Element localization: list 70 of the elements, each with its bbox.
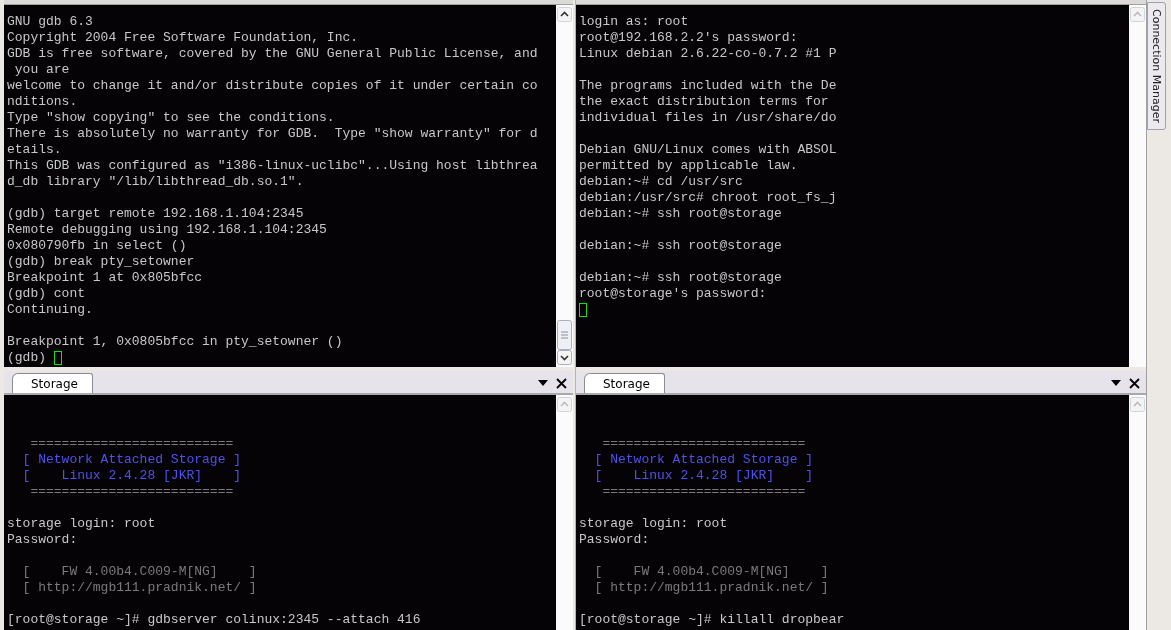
terminal-line: you are xyxy=(13,62,71,78)
terminal-line: Continuing. xyxy=(7,302,94,318)
scroll-thumb[interactable] xyxy=(557,320,572,350)
terminal-line: ========================== xyxy=(29,436,235,452)
terminal-line: debian:~# ssh root@storage xyxy=(579,270,783,286)
terminal-line: storage login: root xyxy=(7,516,157,532)
terminal-line: d_db library "/lib/libthread_db.so.1". xyxy=(7,174,305,190)
terminal-line: The programs included with the De xyxy=(579,78,838,94)
terminal-line: nditions. xyxy=(7,94,79,110)
terminal-line: [ Network Attached Storage ] xyxy=(593,452,815,468)
terminal-tab[interactable]: Storage xyxy=(12,373,93,393)
terminal-line: GNU gdb 6.3 xyxy=(7,14,94,30)
terminal-line: welcome to change it and/or distribute copies of it under certain co xyxy=(7,78,539,94)
terminal-line: debian:~# ssh root@storage xyxy=(579,206,783,222)
terminal-line: 0x080790fb in select () xyxy=(7,238,188,254)
terminal-screen[interactable] xyxy=(4,5,556,367)
terminal-line: [ Network Attached Storage ] xyxy=(21,452,243,468)
terminal-line: [ FW 4.00b4.C009-M[NG] ] xyxy=(593,564,830,580)
terminal-line: Copyright 2004 Free Software Foundation, Inc. xyxy=(7,30,360,46)
terminal-line: Remote debugging using 192.168.1.104:2345 xyxy=(7,222,328,238)
terminal-line: [ http://mgb111.pradnik.net/ ] xyxy=(21,580,258,596)
dropdown-icon[interactable] xyxy=(538,380,548,386)
terminal-tab[interactable]: Storage xyxy=(584,373,665,393)
terminal-line: (gdb) cont xyxy=(7,286,86,302)
terminal-line: (gdb) break pty_setowner xyxy=(7,254,196,270)
scrollbar[interactable] xyxy=(556,395,573,630)
terminal-line: There is absolutely no warranty for GDB. Type "show warranty" for d xyxy=(7,126,539,142)
terminal-line: etails. xyxy=(7,142,63,158)
terminal-line: ========================== xyxy=(601,484,807,500)
terminal-screen[interactable] xyxy=(576,5,1129,367)
scroll-down-icon[interactable] xyxy=(557,350,572,365)
terminal-line: ========================== xyxy=(601,436,807,452)
terminal-line: [ http://mgb111.pradnik.net/ ] xyxy=(593,580,830,596)
terminal-line: login as: root xyxy=(579,14,690,30)
terminal-line: [ Linux 2.4.28 [JKR] ] xyxy=(593,468,815,484)
terminal-line: debian:/usr/src# chroot root_fs_j xyxy=(579,190,838,206)
scrollbar[interactable] xyxy=(556,5,573,367)
terminal-line: This GDB was configured as "i386-linux-uclibc"...Using host libthrea xyxy=(7,158,539,174)
dropdown-icon[interactable] xyxy=(1111,380,1121,386)
terminal-line: [root@storage ~]# killall dropbear xyxy=(579,612,846,628)
terminal-line: debian:~# ssh root@storage xyxy=(579,238,783,254)
terminal-line: individual files in /usr/share/do xyxy=(579,110,838,126)
terminal-line: storage login: root xyxy=(579,516,729,532)
terminal-line: Debian GNU/Linux comes with ABSOL xyxy=(579,142,838,158)
terminal-line: Password: xyxy=(7,532,79,548)
scrollbar[interactable] xyxy=(1129,5,1146,367)
terminal-line: [ FW 4.00b4.C009-M[NG] ] xyxy=(21,564,258,580)
terminal-line: root@192.168.2.2's password: xyxy=(579,30,799,46)
close-icon[interactable] xyxy=(1129,377,1140,389)
scrollbar[interactable] xyxy=(1129,395,1146,630)
terminal-line: [ Linux 2.4.28 [JKR] ] xyxy=(21,468,243,484)
terminal-line: Type "show copying" to see the conditions. xyxy=(7,110,336,126)
terminal-line: Breakpoint 1 at 0x805bfcc xyxy=(7,270,204,286)
terminal-line: GDB is free software, covered by the GNU General Public License, and xyxy=(7,46,539,62)
terminal-line: the exact distribution terms for xyxy=(579,94,830,110)
terminal-line: Linux debian 2.6.22-co-0.7.2 #1 P xyxy=(579,46,838,62)
scroll-up-icon[interactable] xyxy=(557,7,572,22)
terminal-line: debian:~# cd /usr/src xyxy=(579,174,744,190)
terminal-line: Password: xyxy=(579,532,651,548)
terminal-line: (gdb) target remote 192.168.1.104:2345 xyxy=(7,206,305,222)
terminal-line: permitted by applicable law. xyxy=(579,158,799,174)
terminal-line: root@storage's password: xyxy=(579,286,768,302)
text-cursor xyxy=(53,351,62,365)
terminal-line: (gdb) xyxy=(7,350,47,366)
close-icon[interactable] xyxy=(556,377,567,389)
terminal-line: ========================== xyxy=(29,484,235,500)
terminal-line: [root@storage ~]# gdbserver colinux:2345 --attach 416 xyxy=(7,612,422,628)
terminal-line: Breakpoint 1, 0x0805bfcc in pty_setowner () xyxy=(7,334,344,350)
text-cursor xyxy=(579,303,587,317)
side-tab[interactable]: Connection Manager xyxy=(1147,2,1166,130)
